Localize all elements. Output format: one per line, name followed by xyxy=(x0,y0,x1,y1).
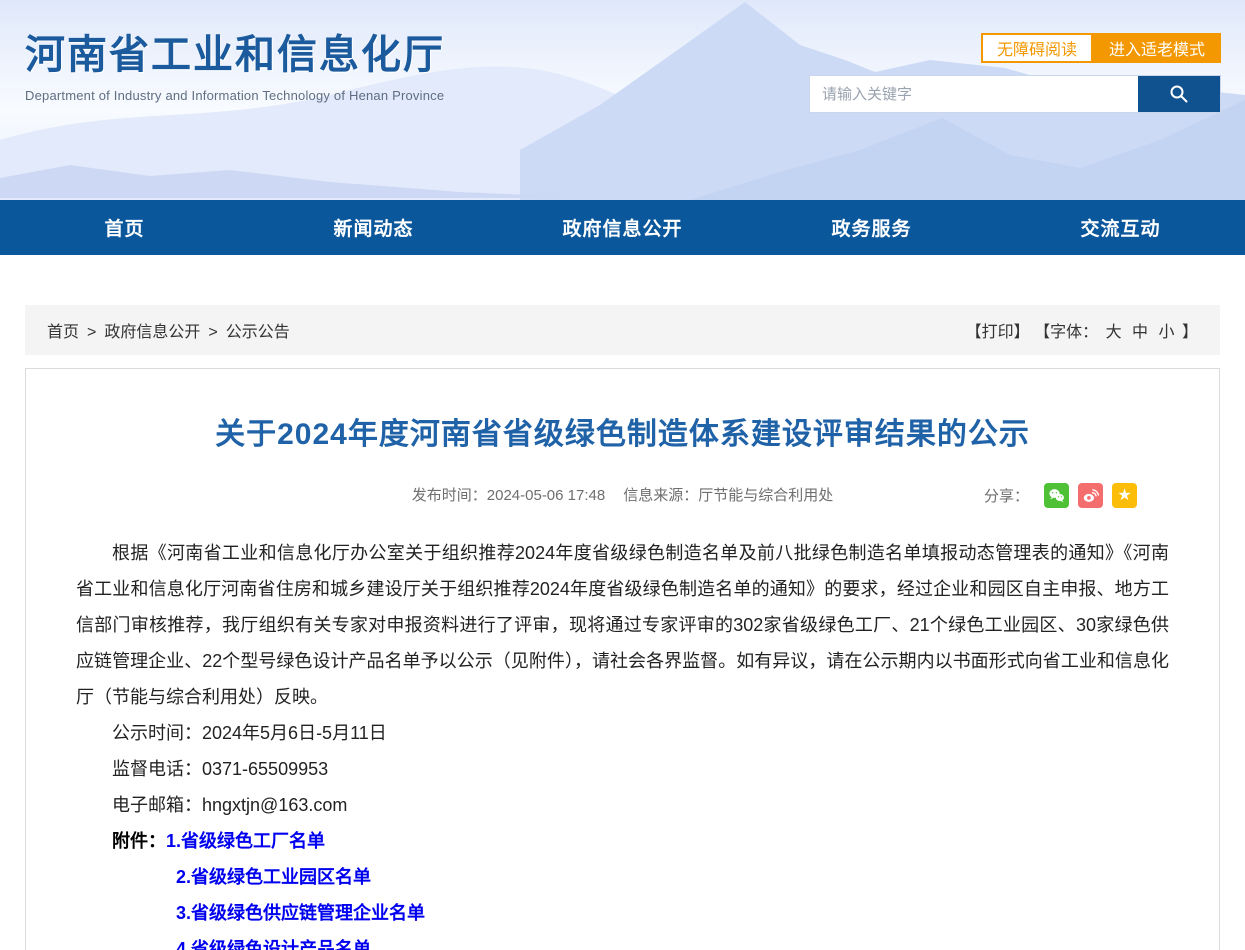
site-banner: 河南省工业和信息化厅 Department of Industry and In… xyxy=(0,0,1245,200)
page-tools: 【打印】 【字体： 大 中 小 】 xyxy=(966,318,1198,342)
source-value: 厅节能与综合利用处 xyxy=(698,487,833,504)
breadcrumb-bar: 首页 > 政府信息公开 > 公示公告 【打印】 【字体： 大 中 小 】 xyxy=(25,305,1220,355)
weibo-icon xyxy=(1081,486,1100,505)
font-size-label: 【字体： xyxy=(1034,324,1098,341)
elder-mode-button[interactable]: 进入适老模式 xyxy=(1093,33,1221,63)
attachment-label: 附件： xyxy=(112,831,166,851)
search-input[interactable] xyxy=(810,76,1138,112)
publish-time-value: 2024-05-06 17:48 xyxy=(487,487,605,504)
main-nav: 首页 新闻动态 政府信息公开 政务服务 交流互动 xyxy=(0,200,1245,255)
article-card: 关于2024年度河南省省级绿色制造体系建设评审结果的公示 发布时间：2024-0… xyxy=(25,368,1220,950)
print-button[interactable]: 【打印】 xyxy=(966,324,1030,341)
font-size-small[interactable]: 小 xyxy=(1159,324,1175,341)
attachment-line: 附件：1.省级绿色工厂名单 xyxy=(76,823,1169,859)
nav-item-services[interactable]: 政务服务 xyxy=(747,200,996,255)
supervision-phone-line: 监督电话：0371-65509953 xyxy=(76,751,1169,787)
publish-time-label: 发布时间： xyxy=(412,487,487,504)
share-box: 分享： xyxy=(984,483,1137,508)
breadcrumb-home[interactable]: 首页 xyxy=(47,324,79,341)
brand-block: 河南省工业和信息化厅 Department of Industry and In… xyxy=(25,22,445,103)
attachment-link-green-supply-chain[interactable]: 3.省级绿色供应链管理企业名单 xyxy=(176,903,425,923)
breadcrumb-gov-info[interactable]: 政府信息公开 xyxy=(104,324,200,341)
site-title: 河南省工业和信息化厅 xyxy=(25,22,445,80)
attachment-line: 2.省级绿色工业园区名单 xyxy=(176,859,1169,895)
breadcrumb-separator: > xyxy=(208,324,217,341)
star-icon: ★ xyxy=(1117,488,1131,504)
font-size-large[interactable]: 大 xyxy=(1106,324,1122,341)
publicity-period-line: 公示时间：2024年5月6日-5月11日 xyxy=(76,715,1169,751)
email-line: 电子邮箱：hngxtjn@163.com xyxy=(76,787,1169,823)
wechat-icon xyxy=(1047,486,1066,505)
font-size-label-close: 】 xyxy=(1182,324,1198,341)
qzone-share-button[interactable]: ★ xyxy=(1112,483,1137,508)
breadcrumb-announcements[interactable]: 公示公告 xyxy=(226,324,290,341)
search-icon xyxy=(1168,83,1190,105)
search-button[interactable] xyxy=(1138,76,1220,112)
source-label: 信息来源： xyxy=(623,487,698,504)
accessibility-reading-button[interactable]: 无障碍阅读 xyxy=(981,33,1093,63)
article-meta-row: 发布时间：2024-05-06 17:48 信息来源：厅节能与综合利用处 分享： xyxy=(76,483,1169,509)
breadcrumb-separator: > xyxy=(87,324,96,341)
nav-item-home[interactable]: 首页 xyxy=(0,200,249,255)
article-title: 关于2024年度河南省省级绿色制造体系建设评审结果的公示 xyxy=(76,409,1169,453)
attachment-line: 3.省级绿色供应链管理企业名单 xyxy=(176,895,1169,931)
share-label: 分享： xyxy=(984,485,1029,506)
nav-item-gov-info[interactable]: 政府信息公开 xyxy=(498,200,747,255)
attachment-link-green-parks[interactable]: 2.省级绿色工业园区名单 xyxy=(176,867,371,887)
attachment-line: 4.省级绿色设计产品名单 xyxy=(176,931,1169,950)
article-body: 根据《河南省工业和信息化厅办公室关于组织推荐2024年度省级绿色制造名单及前八批… xyxy=(76,535,1169,950)
wechat-share-button[interactable] xyxy=(1044,483,1069,508)
site-subtitle: Department of Industry and Information T… xyxy=(25,88,445,103)
nav-item-news[interactable]: 新闻动态 xyxy=(249,200,498,255)
breadcrumb: 首页 > 政府信息公开 > 公示公告 xyxy=(47,318,290,342)
article-paragraph: 根据《河南省工业和信息化厅办公室关于组织推荐2024年度省级绿色制造名单及前八批… xyxy=(76,535,1169,715)
attachment-link-green-factories[interactable]: 1.省级绿色工厂名单 xyxy=(166,831,325,851)
attachment-link-green-design-products[interactable]: 4.省级绿色设计产品名单 xyxy=(176,939,371,950)
weibo-share-button[interactable] xyxy=(1078,483,1103,508)
nav-item-interaction[interactable]: 交流互动 xyxy=(996,200,1245,255)
font-size-medium[interactable]: 中 xyxy=(1132,324,1148,341)
search-bar xyxy=(809,75,1221,113)
